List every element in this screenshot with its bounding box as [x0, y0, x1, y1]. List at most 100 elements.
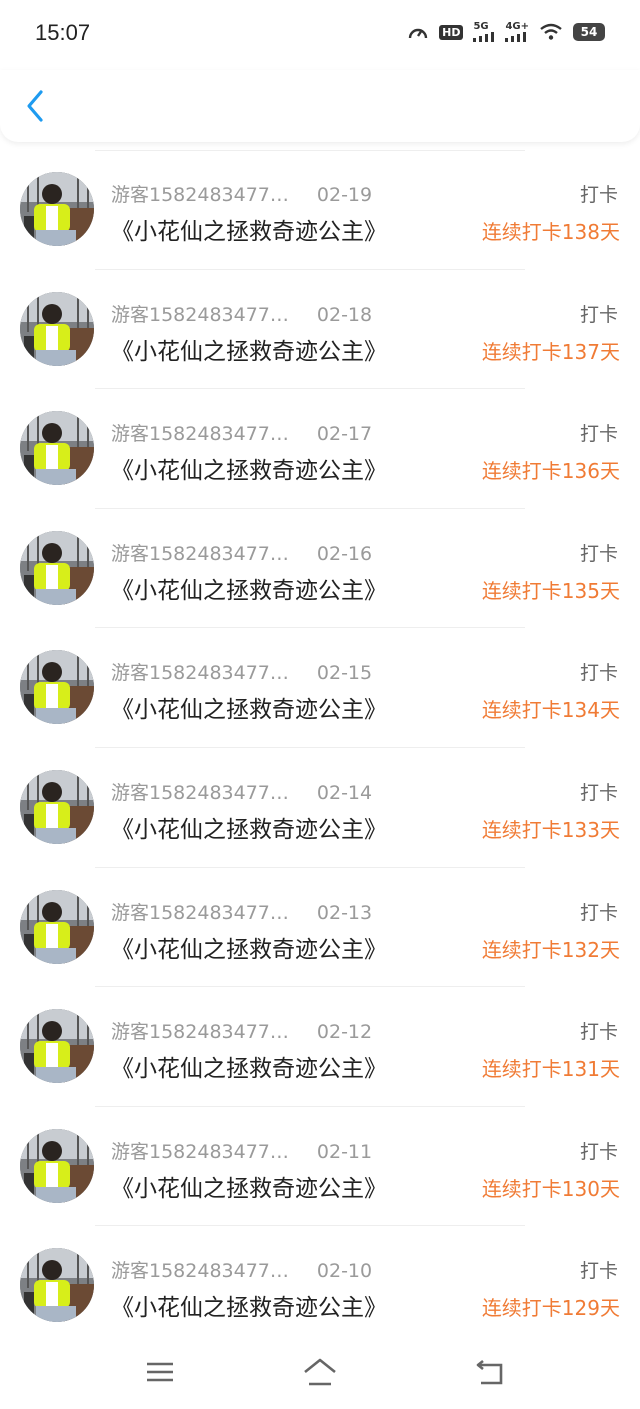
- checkin-date: 02-12: [316, 1021, 373, 1044]
- streak-label: 连续打卡136天: [481, 459, 620, 484]
- streak-label: 连续打卡131天: [481, 1057, 620, 1082]
- back-button[interactable]: [20, 86, 50, 126]
- status-bar: 15:07 HD 5G 4G+ 54: [0, 0, 640, 70]
- checkin-date: 02-10: [316, 1260, 373, 1283]
- book-title[interactable]: 《小花仙之拯救奇迹公主》: [111, 1169, 387, 1203]
- book-title[interactable]: 《小花仙之拯救奇迹公主》: [111, 451, 387, 485]
- list-item[interactable]: 游客1582483477… 02-18 《小花仙之拯救奇迹公主》 打卡 连续打卡1…: [0, 270, 640, 390]
- checkin-date: 02-13: [316, 901, 373, 924]
- avatar[interactable]: [20, 889, 94, 964]
- system-back-button[interactable]: [470, 1356, 510, 1388]
- home-icon: [304, 1358, 336, 1386]
- list-item[interactable]: 游客1582483477… 02-13 《小花仙之拯救奇迹公主》 打卡 连续打卡1…: [0, 868, 640, 988]
- avatar[interactable]: [20, 172, 94, 246]
- action-label: 打卡: [579, 901, 618, 924]
- action-label: 打卡: [579, 1021, 618, 1044]
- action-label: 打卡: [579, 303, 618, 326]
- streak-label: 连续打卡138天: [481, 220, 620, 244]
- checkin-date: 02-14: [316, 781, 373, 804]
- avatar-photo: [20, 769, 94, 844]
- status-icons: HD 5G 4G+ 54: [407, 22, 605, 42]
- avatar-photo: [20, 172, 94, 246]
- checkin-date: 02-15: [316, 662, 373, 685]
- list-item[interactable]: 游客1582483477… 02-14 《小花仙之拯救奇迹公主》 打卡 连续打卡1…: [0, 748, 640, 868]
- menu-button[interactable]: [140, 1356, 180, 1388]
- signal-4g-icon: 4G+: [505, 22, 529, 42]
- book-title[interactable]: 《小花仙之拯救奇迹公主》: [111, 571, 387, 605]
- header-bar: [0, 70, 640, 142]
- avatar-photo: [20, 1009, 94, 1084]
- list-item[interactable]: 游客1582483477… 02-11 《小花仙之拯救奇迹公主》 打卡 连续打卡1…: [0, 1107, 640, 1227]
- book-title[interactable]: 《小花仙之拯救奇迹公主》: [111, 690, 387, 724]
- user-line: 游客1582483477… 02-12: [111, 1017, 372, 1044]
- user-line: 游客1582483477… 02-17: [111, 419, 372, 446]
- user-line: 游客1582483477… 02-19: [111, 180, 372, 207]
- wifi-icon: [539, 23, 563, 41]
- avatar[interactable]: [20, 1248, 94, 1323]
- avatar-photo: [20, 650, 94, 725]
- avatar[interactable]: [20, 291, 94, 366]
- checkin-list: 游客1582483477… 02-19 《小花仙之拯救奇迹公主》 打卡 连续打卡1…: [0, 150, 640, 1346]
- book-title[interactable]: 《小花仙之拯救奇迹公主》: [111, 1288, 387, 1322]
- home-button[interactable]: [300, 1356, 340, 1388]
- back-icon: [476, 1359, 503, 1385]
- avatar-photo: [20, 889, 94, 964]
- avatar-photo: [20, 530, 94, 605]
- signal-4g-label: 4G+: [505, 21, 529, 32]
- username[interactable]: 游客1582483477…: [111, 1141, 289, 1163]
- action-label: 打卡: [579, 1140, 618, 1163]
- avatar[interactable]: [20, 411, 94, 486]
- username[interactable]: 游客1582483477…: [111, 543, 289, 565]
- action-label: 打卡: [579, 542, 618, 565]
- username[interactable]: 游客1582483477…: [111, 662, 289, 684]
- user-line: 游客1582483477… 02-10: [111, 1256, 372, 1283]
- speedometer-icon: [407, 22, 429, 42]
- user-line: 游客1582483477… 02-14: [111, 778, 372, 805]
- username[interactable]: 游客1582483477…: [111, 304, 289, 326]
- username[interactable]: 游客1582483477…: [111, 782, 289, 804]
- username[interactable]: 游客1582483477…: [111, 423, 289, 445]
- status-time: 15:07: [35, 20, 91, 45]
- book-title[interactable]: 《小花仙之拯救奇迹公主》: [111, 1049, 387, 1083]
- book-title[interactable]: 《小花仙之拯救奇迹公主》: [111, 212, 387, 246]
- list-item[interactable]: 游客1582483477… 02-12 《小花仙之拯救奇迹公主》 打卡 连续打卡1…: [0, 987, 640, 1107]
- checkin-date: 02-18: [316, 303, 373, 326]
- book-title[interactable]: 《小花仙之拯救奇迹公主》: [111, 332, 387, 366]
- action-label: 打卡: [579, 662, 618, 685]
- checkin-date: 02-17: [316, 423, 373, 446]
- system-nav-bar: [0, 1340, 640, 1409]
- avatar-photo: [20, 1248, 94, 1323]
- user-line: 游客1582483477… 02-16: [111, 539, 372, 566]
- avatar-photo: [20, 411, 94, 486]
- avatar[interactable]: [20, 530, 94, 605]
- avatar[interactable]: [20, 1128, 94, 1203]
- list-item[interactable]: 游客1582483477… 02-15 《小花仙之拯救奇迹公主》 打卡 连续打卡1…: [0, 628, 640, 748]
- list-item[interactable]: 游客1582483477… 02-16 《小花仙之拯救奇迹公主》 打卡 连续打卡1…: [0, 509, 640, 629]
- book-title[interactable]: 《小花仙之拯救奇迹公主》: [111, 810, 387, 844]
- streak-label: 连续打卡133天: [481, 817, 620, 842]
- checkin-date: 02-19: [316, 184, 373, 206]
- username[interactable]: 游客1582483477…: [111, 1021, 289, 1043]
- streak-label: 连续打卡132天: [481, 937, 620, 962]
- book-title[interactable]: 《小花仙之拯救奇迹公主》: [111, 930, 387, 964]
- list-item[interactable]: 游客1582483477… 02-19 《小花仙之拯救奇迹公主》 打卡 连续打卡1…: [0, 150, 640, 270]
- username[interactable]: 游客1582483477…: [111, 1260, 289, 1282]
- streak-label: 连续打卡135天: [481, 578, 620, 603]
- user-line: 游客1582483477… 02-13: [111, 898, 372, 925]
- username[interactable]: 游客1582483477…: [111, 184, 289, 206]
- streak-label: 连续打卡134天: [481, 698, 620, 723]
- username[interactable]: 游客1582483477…: [111, 902, 289, 924]
- avatar[interactable]: [20, 769, 94, 844]
- action-label: 打卡: [579, 1260, 618, 1283]
- avatar[interactable]: [20, 650, 94, 725]
- action-label: 打卡: [579, 184, 618, 206]
- list-item[interactable]: 游客1582483477… 02-10 《小花仙之拯救奇迹公主》 打卡 连续打卡1…: [0, 1226, 640, 1346]
- avatar-photo: [20, 291, 94, 366]
- signal-5g-icon: 5G: [473, 22, 495, 42]
- list-item[interactable]: 游客1582483477… 02-17 《小花仙之拯救奇迹公主》 打卡 连续打卡1…: [0, 389, 640, 509]
- signal-5g-label: 5G: [473, 21, 489, 32]
- streak-label: 连续打卡137天: [481, 339, 620, 364]
- user-line: 游客1582483477… 02-15: [111, 658, 372, 685]
- avatar[interactable]: [20, 1009, 94, 1084]
- action-label: 打卡: [579, 423, 618, 446]
